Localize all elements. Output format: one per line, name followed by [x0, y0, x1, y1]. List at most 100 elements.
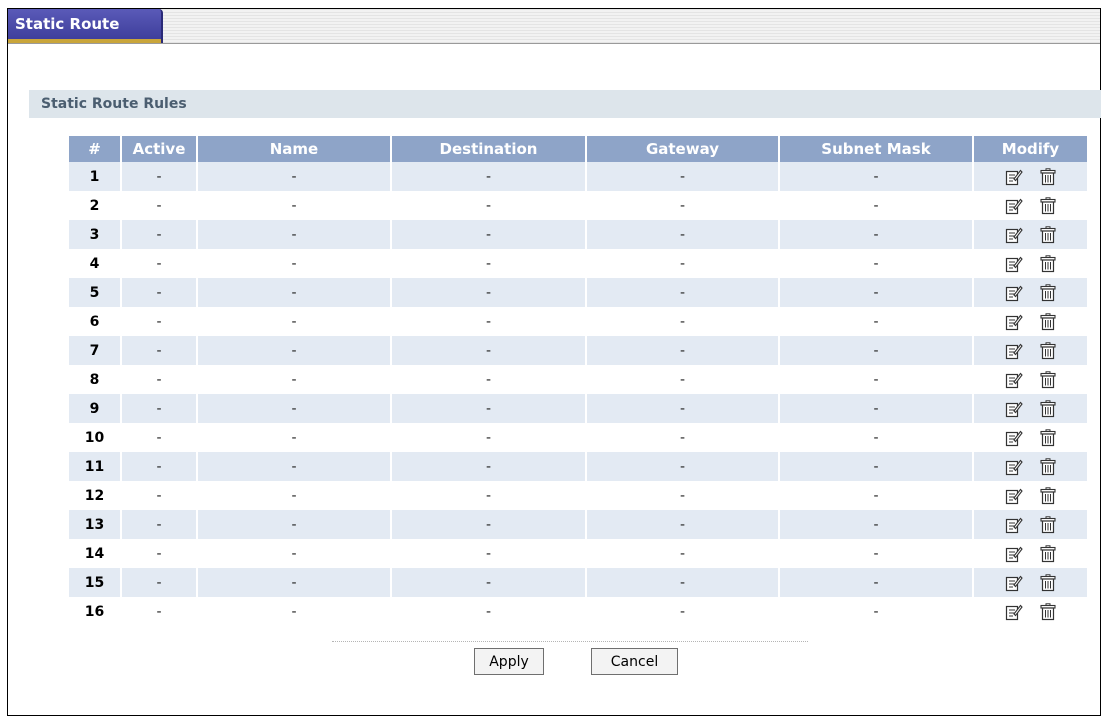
cell-destination: -	[392, 394, 587, 423]
cell-num: 14	[69, 539, 122, 568]
table-row: 13- - - - -	[69, 510, 1087, 539]
cell-subnet-mask: -	[780, 539, 974, 568]
cell-gateway: -	[587, 510, 780, 539]
cell-name: -	[198, 597, 392, 626]
delete-icon[interactable]	[1039, 399, 1057, 418]
cell-gateway: -	[587, 423, 780, 452]
delete-icon[interactable]	[1039, 196, 1057, 215]
table-row: 15- - - - -	[69, 568, 1087, 597]
cell-subnet-mask: -	[780, 394, 974, 423]
cell-gateway: -	[587, 191, 780, 220]
header-name: Name	[198, 136, 392, 162]
edit-icon[interactable]	[1005, 400, 1023, 418]
cell-destination: -	[392, 278, 587, 307]
cell-subnet-mask: -	[780, 510, 974, 539]
cell-num: 12	[69, 481, 122, 510]
edit-icon[interactable]	[1005, 168, 1023, 186]
cell-name: -	[198, 423, 392, 452]
cancel-button[interactable]: Cancel	[591, 648, 678, 675]
edit-icon[interactable]	[1005, 255, 1023, 273]
edit-icon[interactable]	[1005, 284, 1023, 302]
table-row: 16- - - - -	[69, 597, 1087, 626]
delete-icon[interactable]	[1039, 573, 1057, 592]
cell-active: -	[122, 481, 198, 510]
delete-icon[interactable]	[1039, 486, 1057, 505]
apply-button[interactable]: Apply	[474, 648, 544, 675]
cell-active: -	[122, 452, 198, 481]
edit-icon[interactable]	[1005, 197, 1023, 215]
table-row: 2-----	[69, 191, 1087, 220]
delete-icon[interactable]	[1039, 283, 1057, 302]
cell-num: 15	[69, 568, 122, 597]
static-route-table: # Active Name Destination Gateway Subnet…	[69, 136, 1087, 626]
delete-icon[interactable]	[1039, 254, 1057, 273]
cell-modify	[974, 510, 1087, 539]
cell-destination: -	[392, 162, 587, 191]
header-destination: Destination	[392, 136, 587, 162]
cell-num: 11	[69, 452, 122, 481]
cell-modify	[974, 452, 1087, 481]
edit-icon[interactable]	[1005, 603, 1023, 621]
cell-destination: -	[392, 307, 587, 336]
header-gateway: Gateway	[587, 136, 780, 162]
cell-gateway: -	[587, 568, 780, 597]
delete-icon[interactable]	[1039, 370, 1057, 389]
cell-num: 7	[69, 336, 122, 365]
cell-modify	[974, 336, 1087, 365]
cell-name: -	[198, 394, 392, 423]
cell-modify	[974, 191, 1087, 220]
table-row: 8-----	[69, 365, 1087, 394]
cell-active: -	[122, 365, 198, 394]
edit-icon[interactable]	[1005, 371, 1023, 389]
cell-modify	[974, 307, 1087, 336]
cell-destination: -	[392, 423, 587, 452]
header-modify: Modify	[974, 136, 1087, 162]
cell-destination: -	[392, 452, 587, 481]
cell-subnet-mask: -	[780, 597, 974, 626]
cell-num: 13	[69, 510, 122, 539]
delete-icon[interactable]	[1039, 167, 1057, 186]
cell-subnet-mask: -	[780, 249, 974, 278]
table-header-row: # Active Name Destination Gateway Subnet…	[69, 136, 1087, 162]
delete-icon[interactable]	[1039, 515, 1057, 534]
cell-destination: -	[392, 568, 587, 597]
delete-icon[interactable]	[1039, 602, 1057, 621]
header-subnet-mask: Subnet Mask	[780, 136, 974, 162]
cell-gateway: -	[587, 220, 780, 249]
cell-modify	[974, 539, 1087, 568]
edit-icon[interactable]	[1005, 458, 1023, 476]
cell-destination: -	[392, 365, 587, 394]
cell-gateway: -	[587, 481, 780, 510]
cell-destination: -	[392, 336, 587, 365]
delete-icon[interactable]	[1039, 341, 1057, 360]
delete-icon[interactable]	[1039, 457, 1057, 476]
cell-modify	[974, 249, 1087, 278]
cell-destination: -	[392, 191, 587, 220]
edit-icon[interactable]	[1005, 226, 1023, 244]
edit-icon[interactable]	[1005, 574, 1023, 592]
delete-icon[interactable]	[1039, 225, 1057, 244]
tab-static-route[interactable]: Static Route	[8, 9, 163, 43]
edit-icon[interactable]	[1005, 313, 1023, 331]
cell-name: -	[198, 365, 392, 394]
cell-modify	[974, 481, 1087, 510]
cell-num: 3	[69, 220, 122, 249]
edit-icon[interactable]	[1005, 429, 1023, 447]
cell-modify	[974, 278, 1087, 307]
delete-icon[interactable]	[1039, 428, 1057, 447]
table-row: 10- - - - -	[69, 423, 1087, 452]
cell-name: -	[198, 336, 392, 365]
edit-icon[interactable]	[1005, 516, 1023, 534]
delete-icon[interactable]	[1039, 312, 1057, 331]
cell-name: -	[198, 481, 392, 510]
delete-icon[interactable]	[1039, 544, 1057, 563]
edit-icon[interactable]	[1005, 487, 1023, 505]
cell-name: -	[198, 162, 392, 191]
cell-modify	[974, 597, 1087, 626]
cell-name: -	[198, 278, 392, 307]
edit-icon[interactable]	[1005, 545, 1023, 563]
edit-icon[interactable]	[1005, 342, 1023, 360]
cell-active: -	[122, 597, 198, 626]
table-row: 6-----	[69, 307, 1087, 336]
cell-subnet-mask: -	[780, 452, 974, 481]
